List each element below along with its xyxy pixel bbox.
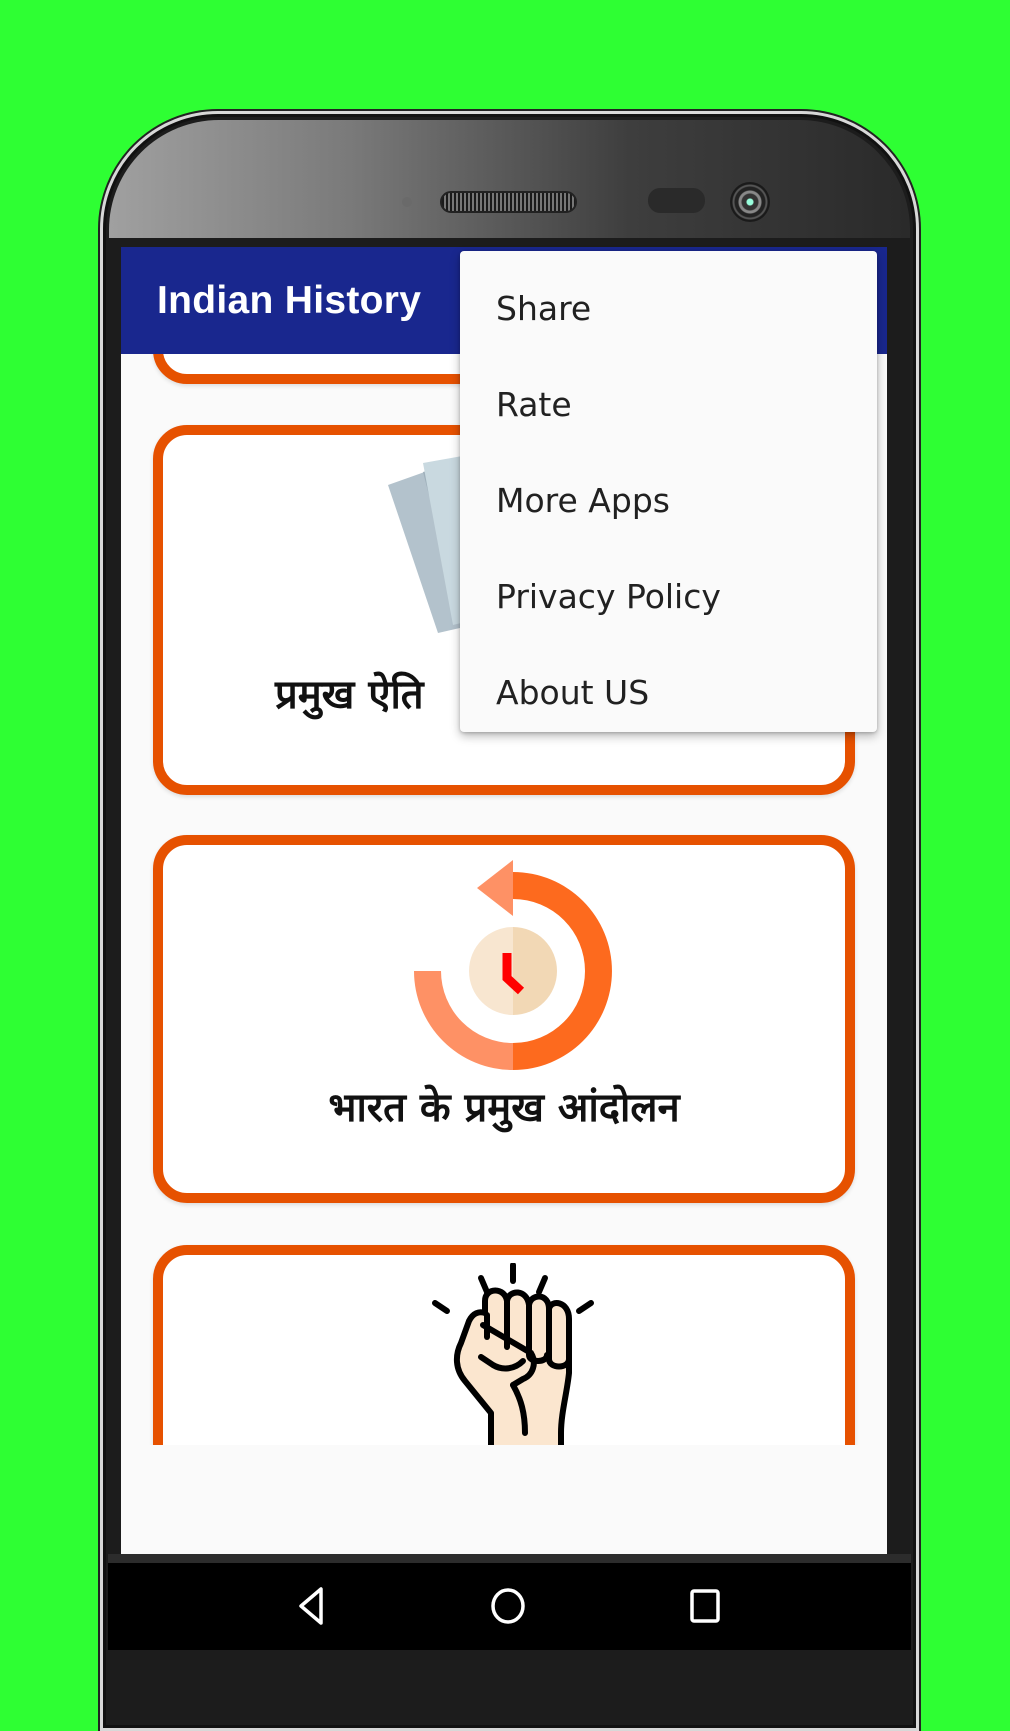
recents-icon[interactable] <box>680 1581 730 1631</box>
home-icon[interactable] <box>483 1581 533 1631</box>
category-card[interactable]: भारत के प्रमुख आंदोलन <box>153 835 855 1203</box>
menu-item-share[interactable]: Share <box>460 261 877 357</box>
raised-fist-icon <box>432 1263 594 1445</box>
earpiece-speaker <box>440 191 577 213</box>
system-navigation-bar <box>108 1563 911 1650</box>
front-camera-icon <box>730 182 770 222</box>
menu-item-privacy-policy[interactable]: Privacy Policy <box>460 549 877 645</box>
card-title: भारत के प्रमुख आंदोलन <box>328 1085 680 1131</box>
back-icon[interactable] <box>288 1581 338 1631</box>
menu-item-about-us[interactable]: About US <box>460 645 877 741</box>
history-clock-icon <box>414 860 612 1070</box>
menu-item-rate[interactable]: Rate <box>460 357 877 453</box>
phone-top-bezel <box>109 120 910 238</box>
app-title: Indian History <box>157 279 422 322</box>
category-card[interactable] <box>153 1245 855 1445</box>
proximity-sensor-dot <box>402 197 412 207</box>
overflow-menu: Share Rate More Apps Privacy Policy Abou… <box>460 251 877 732</box>
menu-item-more-apps[interactable]: More Apps <box>460 453 877 549</box>
light-sensor <box>648 188 705 213</box>
